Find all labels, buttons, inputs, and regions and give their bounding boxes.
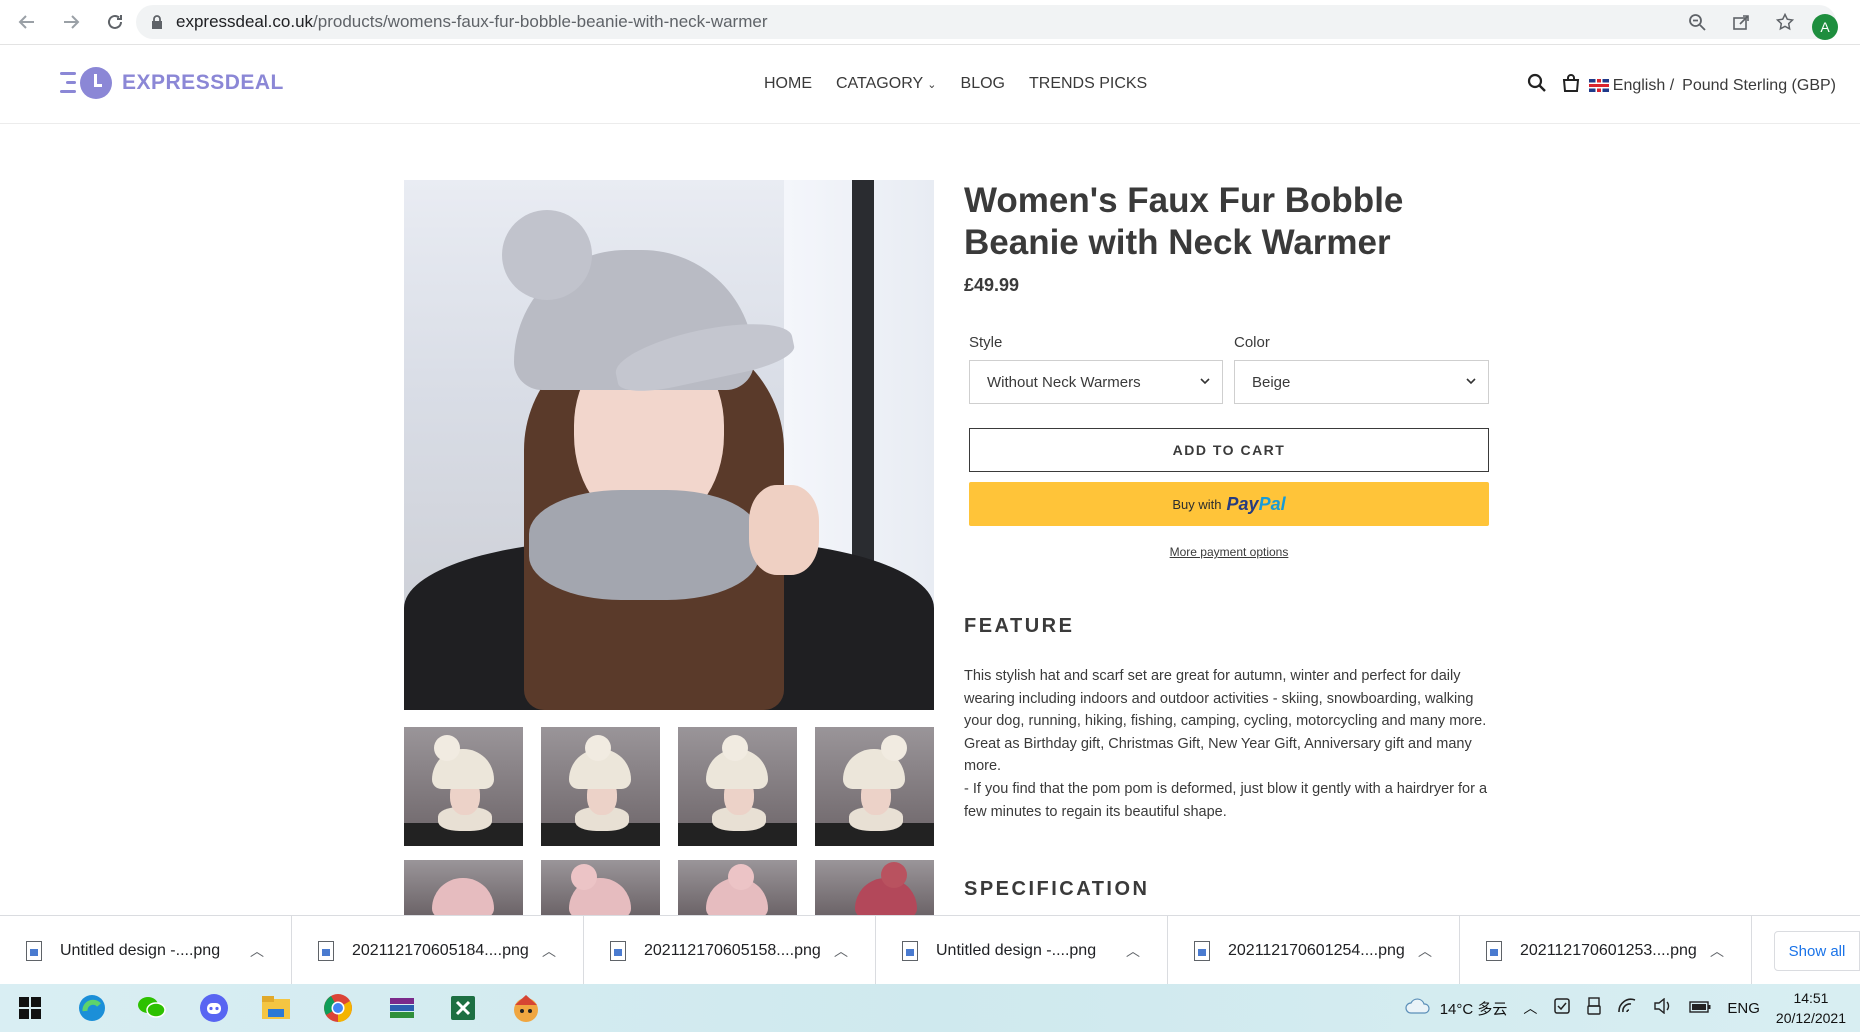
paypal-button[interactable]: Buy with PayPal	[969, 482, 1489, 526]
feature-heading: FEATURE	[964, 615, 1075, 637]
nav-trends-picks[interactable]: TRENDS PICKS	[1029, 75, 1147, 93]
product-description: This stylish hat and scarf set are great…	[964, 668, 1488, 820]
site-header: EXPRESSDEAL HOME CATAGORY ⌄ BLOG TRENDS …	[0, 45, 1860, 124]
forward-arrow-icon[interactable]	[58, 9, 84, 35]
chevron-up-icon[interactable]: ︿	[1710, 941, 1724, 961]
style-label: Style	[969, 334, 1003, 351]
product-thumbnail[interactable]	[541, 727, 660, 846]
battery-icon[interactable]	[1689, 1000, 1711, 1017]
zoom-icon[interactable]	[1686, 11, 1708, 33]
show-all-downloads-button[interactable]: Show all	[1774, 931, 1860, 971]
logo-text: EXPRESSDEAL	[122, 71, 284, 94]
product-price: £49.99	[964, 275, 1020, 295]
product-thumbnail[interactable]	[404, 860, 523, 915]
windows-taskbar: 14°C 多云 ︿ ENG 14:51 20/12/2021	[0, 984, 1860, 1032]
image-file-icon	[610, 940, 626, 961]
chevron-down-icon: ⌄	[927, 79, 937, 91]
browser-toolbar: expressdeal.co.uk/products/womens-faux-f…	[0, 0, 1860, 45]
uk-flag-icon	[1588, 79, 1609, 92]
security-icon[interactable]	[1553, 997, 1571, 1019]
site-logo[interactable]: EXPRESSDEAL	[58, 67, 284, 99]
product-thumbnail[interactable]	[404, 727, 523, 846]
download-item[interactable]: Untitled design -....png ︿	[876, 916, 1168, 985]
download-item[interactable]: 202112170601253....png ︿	[1460, 916, 1752, 985]
download-bar: Untitled design -....png ︿ 2021121706051…	[0, 915, 1860, 985]
chevron-up-icon[interactable]: ︿	[542, 941, 556, 961]
weather-text[interactable]: 14°C 多云	[1440, 998, 1508, 1019]
main-nav: HOME CATAGORY ⌄ BLOG TRENDS PICKS	[764, 75, 1147, 93]
back-arrow-icon[interactable]	[14, 9, 40, 35]
product-thumbnail[interactable]	[815, 860, 934, 915]
download-item[interactable]: 202112170605184....png ︿	[292, 916, 584, 985]
chevron-down-icon	[1200, 374, 1210, 389]
edge-browser-icon[interactable]	[76, 992, 108, 1024]
nav-home[interactable]: HOME	[764, 75, 812, 93]
chevron-up-icon[interactable]: ︿	[1126, 941, 1140, 961]
product-thumbnail[interactable]	[815, 727, 934, 846]
product-title: Women's Faux Fur Bobble Beanie with Neck…	[964, 181, 1404, 262]
color-select[interactable]: Beige	[1234, 360, 1489, 404]
image-file-icon	[1486, 940, 1502, 961]
weather-cloud-icon[interactable]	[1404, 997, 1432, 1019]
excel-icon[interactable]	[447, 992, 479, 1024]
product-thumbnail[interactable]	[541, 860, 660, 915]
profile-avatar[interactable]: A	[1812, 14, 1838, 40]
cart-icon[interactable]	[1561, 73, 1581, 98]
winrar-icon[interactable]	[386, 992, 418, 1024]
image-file-icon	[26, 940, 42, 961]
address-bar[interactable]: expressdeal.co.uk/products/womens-faux-f…	[136, 5, 1838, 40]
reload-icon[interactable]	[102, 9, 128, 35]
image-file-icon	[318, 940, 334, 961]
search-icon[interactable]	[1527, 73, 1547, 98]
style-select[interactable]: Without Neck Warmers	[969, 360, 1223, 404]
add-to-cart-button[interactable]: ADD TO CART	[969, 428, 1489, 472]
game-app-icon[interactable]	[510, 992, 542, 1024]
lock-icon[interactable]	[150, 15, 164, 29]
language-selector[interactable]: English /	[1588, 77, 1674, 95]
nav-blog[interactable]: BLOG	[961, 75, 1005, 93]
download-item[interactable]: Untitled design -....png ︿	[0, 916, 292, 985]
color-label: Color	[1234, 334, 1270, 351]
specification-heading: SPECIFICATION	[964, 878, 1150, 900]
product-thumbnail[interactable]	[678, 727, 797, 846]
clock-icon	[80, 67, 112, 99]
windows-start-icon[interactable]	[14, 992, 46, 1024]
chevron-down-icon	[1466, 374, 1476, 389]
input-language[interactable]: ENG	[1727, 1000, 1760, 1017]
url-text[interactable]: expressdeal.co.uk/products/womens-faux-f…	[176, 12, 768, 32]
image-file-icon	[902, 940, 918, 961]
nav-category[interactable]: CATAGORY ⌄	[836, 75, 937, 93]
product-thumbnail[interactable]	[678, 860, 797, 915]
share-icon[interactable]	[1730, 11, 1752, 33]
logo-lines-icon	[58, 68, 78, 98]
discord-icon[interactable]	[198, 992, 230, 1024]
system-clock[interactable]: 14:51 20/12/2021	[1776, 988, 1846, 1028]
download-item[interactable]: 202112170605158....png ︿	[584, 916, 876, 985]
download-item[interactable]: 202112170601254....png ︿	[1168, 916, 1460, 985]
chevron-up-icon[interactable]: ︿	[1523, 998, 1537, 1018]
bookmark-star-icon[interactable]	[1774, 11, 1796, 33]
chevron-up-icon[interactable]: ︿	[834, 941, 848, 961]
chrome-icon[interactable]	[322, 992, 354, 1024]
paypal-logo: PayPal	[1226, 493, 1286, 514]
product-main-image[interactable]	[404, 180, 934, 710]
chevron-up-icon[interactable]: ︿	[1418, 941, 1432, 961]
image-file-icon	[1194, 940, 1210, 961]
wechat-icon[interactable]	[136, 992, 168, 1024]
usb-device-icon[interactable]	[1587, 997, 1602, 1019]
system-tray: 14°C 多云 ︿ ENG 14:51 20/12/2021	[1404, 984, 1846, 1032]
speaker-icon[interactable]	[1653, 997, 1673, 1018]
wifi-icon[interactable]	[1617, 998, 1637, 1018]
chevron-up-icon[interactable]: ︿	[250, 941, 264, 961]
currency-selector[interactable]: Pound Sterling (GBP)	[1682, 77, 1836, 95]
more-payment-options-link[interactable]: More payment options	[969, 545, 1489, 559]
file-explorer-icon[interactable]	[260, 992, 292, 1024]
